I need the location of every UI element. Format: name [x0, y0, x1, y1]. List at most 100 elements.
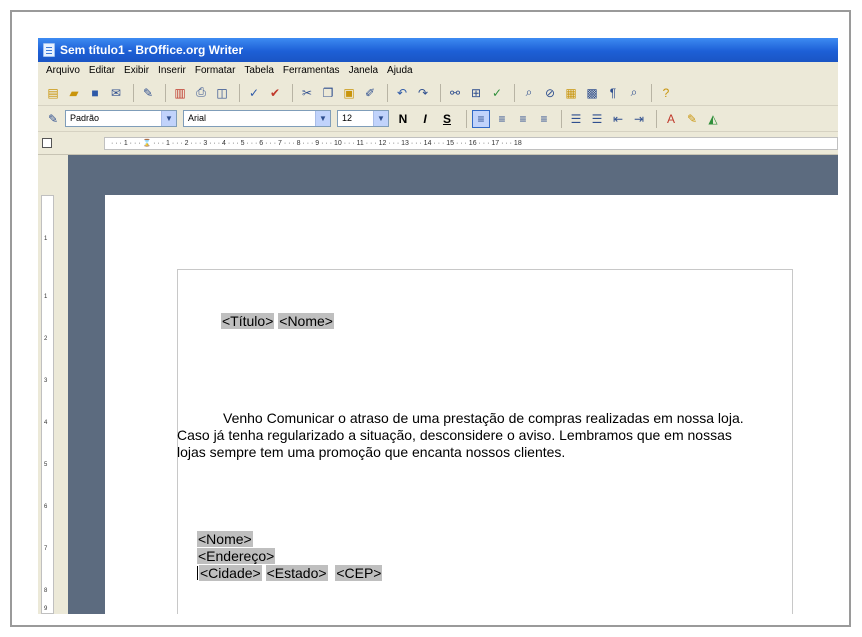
paragraph-line: lojas sempre tem uma promoção que encant…	[177, 444, 566, 460]
state-field[interactable]: <Estado>	[265, 565, 328, 581]
highlight-icon[interactable]: ✎	[683, 110, 701, 128]
tab-type-icon[interactable]	[42, 138, 52, 148]
vertical-ruler-scale[interactable]: 1 1 2 3 4 5 6 7 8 9	[41, 195, 54, 614]
name-field[interactable]: <Nome>	[197, 531, 253, 547]
toolbar-separator	[656, 109, 657, 128]
toolbar-separator	[514, 83, 515, 102]
cut-icon[interactable]: ✂	[298, 84, 316, 102]
street-field[interactable]: <Endereço>	[197, 548, 276, 564]
ruler-mark: 1	[44, 294, 48, 300]
align-center-icon[interactable]: ≡	[493, 110, 511, 128]
email-icon[interactable]: ✉	[107, 84, 125, 102]
horizontal-ruler: · · · 1 · · · ⌛ · · · 1 · · · 2 · · · 3 …	[38, 133, 838, 155]
zoom-icon[interactable]: ⌕	[625, 84, 643, 102]
font-color-icon[interactable]: A	[662, 110, 680, 128]
title-field[interactable]: <Título>	[221, 313, 275, 329]
find-replace-icon[interactable]: ⌕	[520, 84, 538, 102]
print-preview-icon[interactable]: ◫	[213, 84, 231, 102]
text-cursor	[197, 566, 198, 580]
name-field[interactable]: <Nome>	[278, 313, 334, 329]
data-sources-icon[interactable]: ▩	[583, 84, 601, 102]
gallery-icon[interactable]: ▦	[562, 84, 580, 102]
save-icon[interactable]: ■	[86, 84, 104, 102]
vertical-ruler: 1 1 2 3 4 5 6 7 8 9	[38, 155, 68, 614]
italic-button[interactable]: I	[417, 112, 433, 126]
align-left-icon[interactable]: ≡	[472, 109, 490, 128]
paragraph-line: Caso já tenha regularizado a situação, d…	[177, 427, 732, 443]
chevron-down-icon[interactable]: ▼	[373, 111, 388, 126]
document-workspace: <Título> <Nome> Venho Comunicar o atraso…	[68, 155, 838, 614]
chevron-down-icon[interactable]: ▼	[315, 111, 330, 126]
bullets-icon[interactable]: ☰	[588, 110, 606, 128]
show-draw-functions-icon[interactable]: ✓	[488, 84, 506, 102]
clone-format-icon[interactable]: ✐	[361, 84, 379, 102]
font-name-select[interactable]: Arial ▼	[183, 110, 331, 127]
ruler-mark: 8	[44, 588, 48, 594]
toolbar-separator	[133, 83, 134, 102]
menu-exibir[interactable]: Exibir	[124, 62, 149, 80]
zip-field[interactable]: <CEP>	[335, 565, 383, 581]
document-page[interactable]: <Título> <Nome> Venho Comunicar o atraso…	[105, 195, 838, 614]
edit-file-icon[interactable]: ✎	[139, 84, 157, 102]
paste-icon[interactable]: ▣	[340, 84, 358, 102]
menu-tabela[interactable]: Tabela	[244, 62, 273, 80]
menu-janela[interactable]: Janela	[349, 62, 378, 80]
menu-arquivo[interactable]: Arquivo	[46, 62, 80, 80]
export-pdf-icon[interactable]: ▥	[171, 84, 189, 102]
ruler-mark: 4	[44, 420, 48, 426]
address-name-line[interactable]: <Nome>	[197, 531, 253, 548]
bold-button[interactable]: N	[395, 112, 411, 126]
city-field[interactable]: <Cidade>	[199, 565, 262, 581]
chevron-down-icon[interactable]: ▼	[161, 111, 176, 126]
numbering-icon[interactable]: ☰	[567, 110, 585, 128]
menu-editar[interactable]: Editar	[89, 62, 115, 80]
hyperlink-icon[interactable]: ⚯	[446, 84, 464, 102]
undo-icon[interactable]: ↶	[393, 84, 411, 102]
styles-formatting-icon[interactable]: ✎	[44, 110, 62, 128]
decrease-indent-icon[interactable]: ⇤	[609, 110, 627, 128]
justify-icon[interactable]: ≡	[535, 110, 553, 128]
address-street-line[interactable]: <Endereço>	[197, 548, 276, 565]
header-line[interactable]: <Título> <Nome>	[221, 313, 334, 330]
horizontal-ruler-scale[interactable]: · · · 1 · · · ⌛ · · · 1 · · · 2 · · · 3 …	[104, 137, 838, 150]
title-bar: Sem título1 - BrOffice.org Writer	[38, 38, 838, 62]
redo-icon[interactable]: ↷	[414, 84, 432, 102]
ruler-mark: 1	[44, 236, 48, 242]
table-icon[interactable]: ⊞	[467, 84, 485, 102]
toolbar-separator	[387, 83, 388, 102]
increase-indent-icon[interactable]: ⇥	[630, 110, 648, 128]
ruler-mark: 9	[44, 606, 48, 612]
new-document-icon[interactable]: ▤	[44, 84, 62, 102]
font-size-value: 12	[342, 113, 353, 123]
help-icon[interactable]: ?	[657, 84, 675, 102]
menu-formatar[interactable]: Formatar	[195, 62, 236, 80]
address-city-line[interactable]: <Cidade> <Estado> <CEP>	[197, 565, 383, 582]
toolbar-separator	[165, 83, 166, 102]
open-folder-icon[interactable]: ▰	[65, 84, 83, 102]
menu-ferramentas[interactable]: Ferramentas	[283, 62, 340, 80]
print-icon[interactable]: ⎙	[192, 84, 210, 102]
formatting-marks-icon[interactable]: ¶	[604, 84, 622, 102]
ruler-mark: 5	[44, 462, 48, 468]
document-icon	[43, 43, 55, 57]
toolbar-separator	[651, 83, 652, 102]
paragraph-style-select[interactable]: Padrão ▼	[65, 110, 177, 127]
ruler-mark: 6	[44, 504, 48, 510]
align-right-icon[interactable]: ≡	[514, 110, 532, 128]
paragraph-line: Venho Comunicar o atraso de uma prestaçã…	[223, 410, 744, 426]
body-paragraph[interactable]: Venho Comunicar o atraso de uma prestaçã…	[177, 410, 807, 461]
toolbar-separator	[292, 83, 293, 102]
font-size-select[interactable]: 12 ▼	[337, 110, 389, 127]
font-name-value: Arial	[188, 113, 207, 123]
toolbar-separator	[239, 83, 240, 102]
autospellcheck-icon[interactable]: ✔	[266, 84, 284, 102]
standard-toolbar: ▤ ▰ ■ ✉ ✎ ▥ ⎙ ◫ ✓ ✔ ✂ ❐ ▣ ✐ ↶ ↷ ⚯ ⊞ ✓ ⌕ …	[38, 80, 838, 106]
spellcheck-icon[interactable]: ✓	[245, 84, 263, 102]
navigator-icon[interactable]: ⊘	[541, 84, 559, 102]
ruler-mark: 2	[44, 336, 48, 342]
menu-ajuda[interactable]: Ajuda	[387, 62, 413, 80]
background-color-icon[interactable]: ◭	[704, 110, 722, 128]
menu-inserir[interactable]: Inserir	[158, 62, 186, 80]
underline-button[interactable]: S	[439, 112, 455, 126]
copy-icon[interactable]: ❐	[319, 84, 337, 102]
